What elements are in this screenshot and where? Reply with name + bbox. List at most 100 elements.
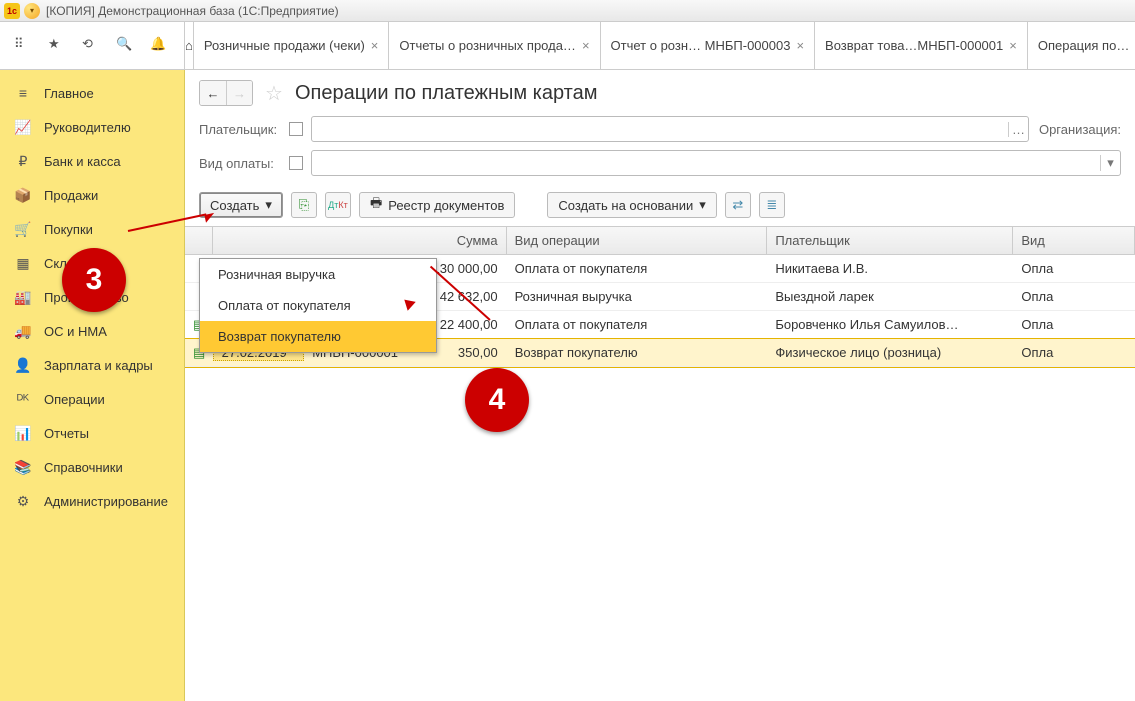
- sidebar-item-label: Справочники: [44, 460, 123, 475]
- paytype-label: Вид оплаты:: [199, 156, 289, 171]
- payer-label: Плательщик:: [199, 122, 289, 137]
- dtkt-icon: ᴰᴷ: [14, 391, 32, 407]
- annotation-badge-3: 3: [62, 248, 126, 312]
- bell-icon[interactable]: 🔔: [150, 36, 170, 56]
- menu-item-payment[interactable]: Оплата от покупателя: [200, 290, 436, 321]
- close-icon[interactable]: ×: [796, 38, 804, 53]
- sidebar-item-label: ОС и НМА: [44, 324, 107, 339]
- gear-icon: ⚙: [14, 493, 32, 510]
- tab-label: Операция по…: [1038, 38, 1129, 53]
- favorite-toggle[interactable]: ☆: [265, 81, 283, 106]
- sidebar-item-ref[interactable]: 📚 Справочники: [0, 450, 184, 484]
- ruble-icon: ₽: [14, 153, 32, 170]
- sidebar-item-purchases[interactable]: 🛒 Покупки: [0, 212, 184, 246]
- chevron-down-icon: ▾: [699, 197, 706, 213]
- list-icon: ≡: [14, 85, 32, 101]
- paytype-input[interactable]: ▾: [311, 150, 1121, 176]
- sidebar-item-admin[interactable]: ⚙Администрирование: [0, 484, 184, 518]
- topbar-icons: ⠿ ★ ⟲ 🔍 🔔: [0, 22, 185, 69]
- sidebar-item-os[interactable]: 🚚 ОС и НМА: [0, 314, 184, 348]
- close-icon[interactable]: ×: [371, 38, 379, 53]
- copy-button[interactable]: ⎘: [291, 192, 317, 218]
- window-title: [КОПИЯ] Демонстрационная база (1С:Предпр…: [46, 4, 339, 18]
- sidebar-item-ops[interactable]: ᴰᴷ Операции: [0, 382, 184, 416]
- search-icon[interactable]: 🔍: [116, 36, 136, 56]
- tree-icon: ⇄: [732, 197, 743, 213]
- tab-1[interactable]: Отчеты о розничных прода… ×: [389, 22, 600, 69]
- tab-label: Отчет о розн… МНБП-000003: [611, 38, 791, 53]
- chevron-down-icon[interactable]: ▾: [1100, 155, 1120, 171]
- create-based-label: Создать на основании: [558, 198, 693, 213]
- filters: Плательщик: … Организация: Вид оплаты: ▾: [185, 110, 1135, 190]
- app-icon: 1c: [4, 3, 20, 19]
- sidebar-item-label: Руководителю: [44, 120, 131, 135]
- close-icon[interactable]: ×: [582, 38, 590, 53]
- truck-icon: 🚚: [14, 323, 32, 340]
- sidebar-item-sales[interactable]: 📦Продажи: [0, 178, 184, 212]
- payer-checkbox[interactable]: [289, 122, 303, 136]
- toolbar: Создать ▾ ⎘ ДтКт 🖶 Реестр документов Созда…: [185, 190, 1135, 226]
- close-icon[interactable]: ×: [1009, 38, 1017, 53]
- col-op[interactable]: Вид операции: [507, 227, 768, 254]
- dtkt-icon: ДтКт: [328, 200, 348, 210]
- history-icon[interactable]: ⟲: [82, 36, 102, 56]
- tab-0[interactable]: Розничные продажи (чеки)×: [194, 22, 390, 69]
- nav-buttons: ← →: [199, 80, 253, 106]
- sidebar-item-label: Отчеты: [44, 426, 89, 441]
- sidebar-item-main[interactable]: ≡ Главное: [0, 76, 184, 110]
- annotation-badge-4: 4: [465, 368, 529, 432]
- sidebar-item-bank[interactable]: ₽ Банк и касса: [0, 144, 184, 178]
- page-title: Операции по платежным картам: [295, 82, 598, 105]
- back-button[interactable]: ←: [200, 81, 226, 105]
- chart-icon: 📊: [14, 425, 32, 442]
- topbar: ⠿ ★ ⟲ 🔍 🔔 ⌂ Розничные продажи (чеки)× От…: [0, 22, 1135, 70]
- home-tab[interactable]: ⌂: [185, 22, 194, 69]
- tabs: ⌂ Розничные продажи (чеки)× Отчеты о роз…: [185, 22, 1135, 69]
- lookup-icon[interactable]: …: [1008, 122, 1028, 137]
- tab-3[interactable]: Возврат това…МНБП-000001×: [815, 22, 1028, 69]
- grid-header: Дата Номер Сумма Вид операции Плательщик…: [185, 227, 1135, 255]
- dtkt-button[interactable]: ДтКт: [325, 192, 351, 218]
- col-vid[interactable]: Вид: [1013, 227, 1135, 254]
- sidebar-item-label: Покупки: [44, 222, 93, 237]
- payer-input[interactable]: …: [311, 116, 1029, 142]
- person-icon: 👤: [14, 357, 32, 374]
- col-indicator[interactable]: [185, 227, 213, 254]
- factory-icon: 🏭: [14, 289, 32, 306]
- relations-button[interactable]: ⇄: [725, 192, 751, 218]
- menu-item-retail[interactable]: Розничная выручка: [200, 259, 436, 290]
- apps-icon[interactable]: ⠿: [14, 36, 34, 56]
- create-label: Создать: [210, 198, 259, 213]
- tab-label: Отчеты о розничных прода…: [399, 38, 576, 53]
- favorite-icon[interactable]: ★: [48, 36, 68, 56]
- sidebar-item-label: Продажи: [44, 188, 98, 203]
- col-sum[interactable]: Сумма: [405, 227, 506, 254]
- sidebar-item-manager[interactable]: 📈Руководителю: [0, 110, 184, 144]
- paytype-checkbox[interactable]: [289, 156, 303, 170]
- print-icon: 🖶: [370, 194, 382, 216]
- tab-2[interactable]: Отчет о розн… МНБП-000003 ×: [601, 22, 816, 69]
- cart-icon: 🛒: [14, 221, 32, 238]
- dropdown-icon[interactable]: ▾: [24, 3, 40, 19]
- registry-button[interactable]: 🖶 Реестр документов: [359, 192, 515, 218]
- sidebar-item-label: Главное: [44, 86, 94, 101]
- main: ← → ☆ Операции по платежным картам Плате…: [185, 70, 1135, 701]
- sidebar-item-salary[interactable]: 👤 Зарплата и кадры: [0, 348, 184, 382]
- sidebar-item-label: Зарплата и кадры: [44, 358, 153, 373]
- forward-button[interactable]: →: [226, 81, 252, 105]
- registry-label: Реестр документов: [388, 198, 504, 213]
- tab-4[interactable]: Операция по…: [1028, 22, 1135, 69]
- sidebar-item-reports[interactable]: 📊 Отчеты: [0, 416, 184, 450]
- menu-item-return[interactable]: Возврат покупателю: [200, 321, 436, 352]
- books-icon: 📚: [14, 459, 32, 476]
- copy-icon: ⎘: [299, 197, 309, 213]
- chevron-down-icon: ▾: [265, 197, 272, 213]
- list-button[interactable]: ≣: [759, 192, 785, 218]
- sidebar: ≡ Главное 📈Руководителю ₽ Банк и касса 📦Пр…: [0, 70, 185, 701]
- col-payer[interactable]: Плательщик: [767, 227, 1013, 254]
- org-label: Организация:: [1039, 122, 1121, 137]
- sidebar-item-label: Операции: [44, 392, 105, 407]
- create-based-button[interactable]: Создать на основании ▾: [547, 192, 716, 218]
- home-icon: ⌂: [185, 38, 193, 53]
- sidebar-item-label: Банк и касса: [44, 154, 121, 169]
